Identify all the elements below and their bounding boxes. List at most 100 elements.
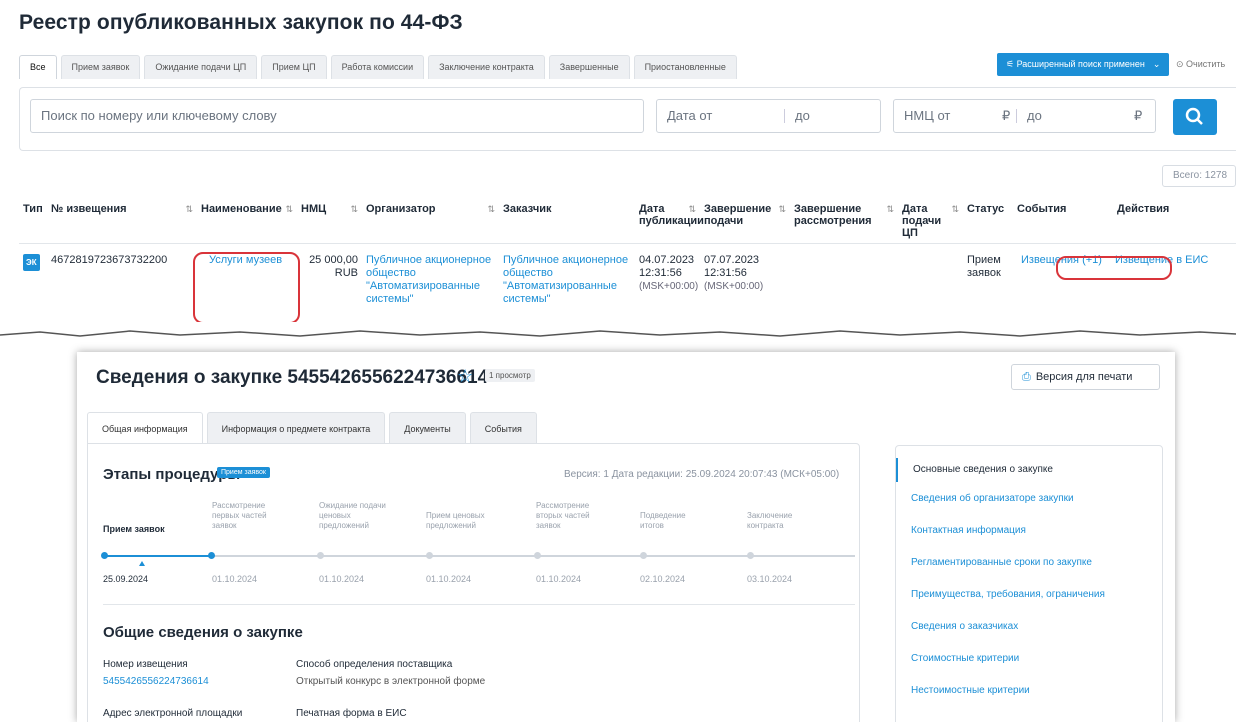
search-input[interactable]: Поиск по номеру или ключевому слову [30, 99, 644, 133]
nav-customers[interactable]: Сведения о заказчиках [896, 621, 1018, 632]
stage-dot [208, 552, 215, 559]
nav-cost-criteria[interactable]: Стоимостные критерии [896, 653, 1019, 664]
date-from-label: Дата от [667, 108, 713, 123]
sort-icon: ⇅ [285, 204, 293, 214]
col-end-date[interactable]: Завершение подачи ⇅ [700, 193, 790, 244]
sort-icon: ⇅ [185, 204, 193, 214]
platform-label: Адрес электронной площадки [103, 708, 243, 719]
page-title: Реестр опубликованных закупок по 44-ФЗ [19, 11, 463, 34]
date-range-input[interactable]: Дата от до [656, 99, 881, 133]
tab-price-receiving[interactable]: Прием ЦП [261, 55, 327, 79]
stage-date: 01.10.2024 [426, 574, 472, 584]
customer-link[interactable]: Публичное акционерное общество "Автомати… [503, 254, 628, 305]
col-review-end[interactable]: Завершение рассмотрения ⇅ [790, 193, 898, 244]
progress-track [103, 555, 855, 557]
chevron-down-icon: ⌄ [1152, 59, 1161, 69]
detail-title: Сведения о закупке 5455426556224736614 [96, 367, 489, 388]
highlight-events [1056, 256, 1172, 280]
method-label: Способ определения поставщика [296, 659, 453, 670]
tab-receiving[interactable]: Прием заявок [60, 55, 141, 79]
price-range-input[interactable]: НМЦ от ₽ до ₽ [893, 99, 1156, 133]
pub-date: 04.07.2023 [639, 253, 695, 266]
print-form-label: Печатная форма в ЕИС [296, 708, 407, 719]
col-name[interactable]: Наименование ⇅ [197, 193, 297, 244]
tab-events[interactable]: События [469, 412, 537, 444]
tab-documents[interactable]: Документы [389, 412, 466, 444]
col-customer: Заказчик [499, 193, 635, 244]
stage-date: 03.10.2024 [747, 574, 793, 584]
nav-organizer[interactable]: Сведения об организаторе закупки [896, 493, 1074, 504]
nav-contacts[interactable]: Контактная информация [896, 525, 1026, 536]
notice-label: Номер извещения [103, 659, 188, 670]
col-price[interactable]: НМЦ ⇅ [297, 193, 362, 244]
detail-screenshot: Сведения о закупке 5455426556224736614 ☆… [77, 352, 1175, 722]
stage-dot [640, 552, 647, 559]
current-stage-marker [139, 561, 145, 566]
registry-screenshot: Реестр опубликованных закупок по 44-ФЗ В… [0, 0, 1236, 335]
printer-icon: ⎙ [1022, 371, 1031, 383]
col-status: Статус [963, 193, 1013, 244]
tab-subject[interactable]: Информация о предмете контракта [206, 412, 386, 444]
clear-button[interactable]: ⊙ Очистить [1176, 53, 1225, 76]
notice-value-link[interactable]: 5455426556224736614 [103, 676, 209, 687]
stage-dot [534, 552, 541, 559]
star-icon[interactable]: ☆ [457, 366, 473, 387]
progress-fill [103, 555, 211, 557]
stage-dot [747, 552, 754, 559]
col-organizer[interactable]: Организатор ⇅ [362, 193, 499, 244]
total-count: Всего: 1278 [1162, 165, 1236, 187]
col-price-date[interactable]: Дата подачи ЦП ⇅ [898, 193, 963, 244]
review-end-cell [790, 243, 898, 306]
nav-requirements[interactable]: Преимущества, требования, ограничения [896, 589, 1105, 600]
pub-tz: (MSK+00:00) [639, 280, 699, 292]
col-type: Тип [19, 193, 47, 244]
col-events: События [1013, 193, 1113, 244]
stage-name: Рассмотрение первых частей заявок [212, 501, 267, 530]
nav-noncost-criteria[interactable]: Нестоимостные критерии [896, 685, 1030, 696]
status-tabs: Все Прием заявок Ожидание подачи ЦП Прие… [19, 55, 741, 79]
type-badge: ЭК [23, 253, 40, 271]
search-button[interactable] [1173, 99, 1217, 135]
stage-badge: Прием заявок [217, 467, 270, 478]
clear-label: Очистить [1186, 59, 1226, 69]
col-label: Завершение подачи [704, 203, 772, 227]
end-date: 07.07.2023 [704, 253, 760, 266]
tab-suspended[interactable]: Приостановленные [633, 55, 737, 79]
sort-icon: ⇅ [951, 204, 959, 214]
currency-icon: ₽ [1002, 108, 1011, 123]
col-label: Дата подачи ЦП [902, 203, 942, 239]
stage-date: 01.10.2024 [536, 574, 582, 584]
section-nav: Основные сведения о закупке Сведения об … [895, 445, 1163, 722]
tab-completed[interactable]: Завершенные [548, 55, 630, 79]
stage-date: 25.09.2024 [103, 574, 149, 584]
tab-general[interactable]: Общая информация [87, 412, 203, 444]
col-label: Организатор [366, 203, 436, 215]
col-actions: Действия [1113, 193, 1236, 244]
nav-main-info[interactable]: Основные сведения о закупке [896, 458, 1053, 482]
tab-all[interactable]: Все [19, 55, 57, 79]
advanced-search-button[interactable]: ⚟ Расширенный поиск применен ⌄ [997, 53, 1169, 76]
row-status: Прием заявок [967, 253, 1001, 279]
torn-edge [0, 322, 1236, 337]
stage-name: Прием ценовых предложений [426, 511, 485, 530]
end-tz: (MSK+00:00) [704, 280, 764, 292]
row-currency: RUB [334, 266, 358, 279]
nav-deadlines[interactable]: Регламентированные сроки по закупке [896, 557, 1092, 568]
sort-icon: ⇅ [350, 204, 358, 214]
col-pub-date[interactable]: Дата публикации ⇅ [635, 193, 704, 244]
tab-waiting-price[interactable]: Ожидание подачи ЦП [144, 55, 258, 79]
tab-contract[interactable]: Заключение контракта [428, 55, 545, 79]
currency-icon: ₽ [1134, 108, 1143, 123]
stage-name: Рассмотрение вторых частей заявок [536, 501, 590, 530]
organizer-link[interactable]: Публичное акционерное общество "Автомати… [366, 254, 491, 305]
highlight-name [193, 252, 300, 324]
divider [103, 604, 855, 605]
col-number[interactable]: № извещения ⇅ [47, 193, 197, 244]
tab-commission[interactable]: Работа комиссии [330, 55, 425, 79]
stage-dot [426, 552, 433, 559]
method-value: Открытый конкурс в электронной форме [296, 676, 486, 687]
stage-name: Заключение контракта [747, 511, 793, 530]
print-button[interactable]: ⎙ Версия для печати [1011, 364, 1160, 390]
detail-tabs: Общая информация Информация о предмете к… [87, 412, 541, 444]
table-header: Тип № извещения ⇅ Наименование ⇅ НМЦ ⇅ Орга… [19, 193, 1236, 244]
